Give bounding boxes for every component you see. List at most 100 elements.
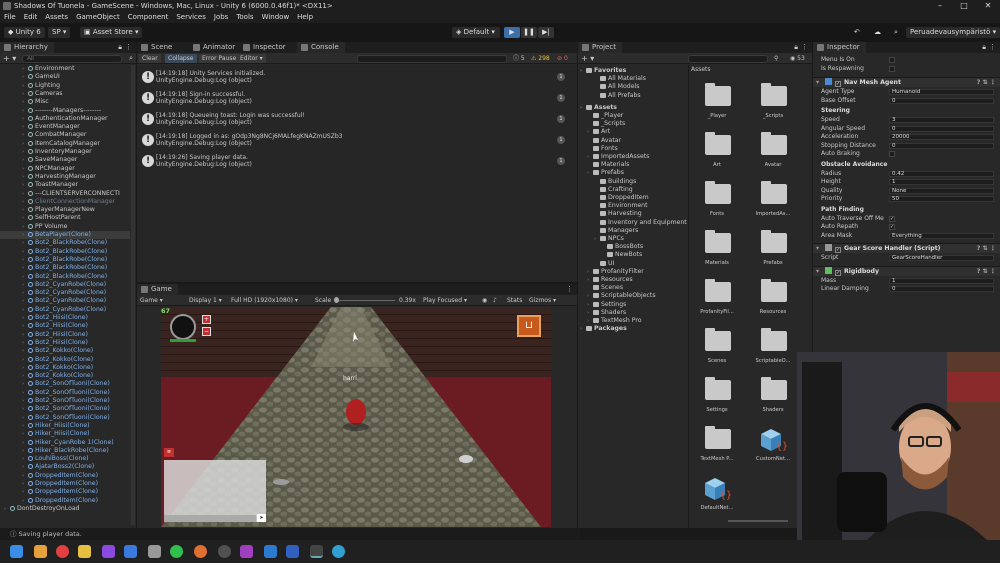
tab-console[interactable]: Console [297, 42, 345, 53]
menu-window[interactable]: Window [262, 12, 290, 23]
asset-folder[interactable]: Resources [753, 276, 793, 322]
asset-script[interactable]: {} DefaultNet... [697, 472, 737, 518]
console-log-entry[interactable]: ! [14:19:18] Logged in as: gOdp3Ng8NCj6MA… [140, 132, 567, 152]
component-menu-icon[interactable]: ? ⇅ ⋮ [977, 244, 996, 254]
unity-hub-icon[interactable] [148, 545, 161, 558]
value-field[interactable]: 1 [889, 179, 994, 185]
hierarchy-row[interactable]: › Bot2_BlackRobe(Clone) [0, 256, 130, 264]
browser-icon[interactable] [332, 545, 345, 558]
value-field[interactable]: 0 [889, 125, 994, 132]
expand-arrow-icon[interactable]: › [22, 463, 28, 471]
asset-folder[interactable]: Art [697, 129, 737, 175]
project-folder-item[interactable]: Buildings [578, 178, 688, 186]
resolution-dropdown[interactable]: Full HD (1920x1080) ▾ [231, 296, 298, 305]
hierarchy-row[interactable]: › Misc [0, 98, 130, 106]
hierarchy-row[interactable]: › GameUI [0, 73, 130, 81]
more-icon[interactable]: ⋮ [566, 284, 573, 295]
hierarchy-row[interactable]: › ---CLIENTSERVERCONNECTI [0, 190, 130, 198]
expand-arrow-icon[interactable]: › [22, 206, 28, 214]
minus-icon[interactable]: − [202, 327, 211, 336]
app-icon[interactable] [240, 545, 253, 558]
twitch-icon[interactable] [102, 545, 115, 558]
hierarchy-row[interactable]: › Environment [0, 65, 130, 73]
checkbox[interactable] [889, 151, 895, 157]
add-icon[interactable]: + [202, 315, 211, 324]
asset-folder[interactable]: Scenes [697, 325, 737, 371]
warning-count-badge[interactable]: ⚠ 298 [531, 54, 550, 63]
hierarchy-row[interactable]: › Bot2_BlackRobe(Clone) [0, 239, 130, 247]
expand-arrow-icon[interactable]: › [22, 405, 28, 413]
pause-button[interactable]: ❚❚ [521, 27, 537, 38]
hierarchy-row[interactable]: › LouhiBoss(Clone) [0, 455, 130, 463]
error-count-badge[interactable]: ⊘ 0 [557, 54, 568, 63]
hierarchy-row[interactable]: › AuthenticationManager [0, 115, 130, 123]
hierarchy-row[interactable]: › Bot2_Hiisi(Clone) [0, 339, 130, 347]
favorites-root[interactable]: › Favorites [578, 67, 688, 75]
project-folder-item[interactable]: DroppedItem [578, 194, 688, 202]
hierarchy-row[interactable]: › Bot2_CyanRobe(Clone) [0, 306, 130, 314]
menu-tools[interactable]: Tools [236, 12, 253, 23]
tab-animator[interactable]: Animator [189, 42, 241, 53]
spotify-icon[interactable] [170, 545, 183, 558]
component-menu-icon[interactable]: ? ⇅ ⋮ [977, 78, 996, 88]
expand-arrow-icon[interactable]: › [22, 73, 28, 81]
asset-folder[interactable]: ScriptableO... [753, 325, 793, 371]
hierarchy-row[interactable]: › Bot2_CyanRobe(Clone) [0, 297, 130, 305]
expand-arrow-icon[interactable]: › [22, 347, 28, 355]
tab-project[interactable]: Project [578, 42, 622, 53]
menu-jobs[interactable]: Jobs [214, 12, 228, 23]
start-icon[interactable] [10, 545, 23, 558]
expand-arrow-icon[interactable]: ▾ [816, 244, 822, 254]
lock-icon[interactable]: 🔒︎ [794, 42, 798, 53]
hierarchy-row[interactable]: › ToastManager [0, 181, 130, 189]
search-options-icon[interactable]: ⌕ [129, 53, 133, 64]
console-log-entry[interactable]: ! [14:19:18] Sign-in successful. UnityEngi… [140, 90, 567, 110]
asset-store-button[interactable]: ▣ Asset Store ▾ [80, 27, 143, 38]
project-folder-item[interactable]: Harvesting [578, 210, 688, 218]
user-dropdown[interactable]: Peruadevausympäristö ▾ [906, 27, 1000, 38]
project-folder-item[interactable]: › Prefabs [578, 169, 688, 177]
expand-arrow-icon[interactable]: › [22, 214, 28, 222]
hierarchy-row[interactable]: › Bot2_BlackRobe(Clone) [0, 273, 130, 281]
hierarchy-row[interactable]: › Bot2_SonOfTuoni(Clone) [0, 380, 130, 388]
enable-checkbox[interactable]: ✓ [835, 247, 841, 253]
assets-root[interactable]: › Assets [578, 104, 688, 112]
component-header[interactable]: ▾ ✓ Nav Mesh Agent? ⇅ ⋮ [813, 77, 1000, 87]
project-folder-item[interactable]: › NPCs [578, 235, 688, 243]
checkbox[interactable]: ✓ [889, 224, 895, 230]
expand-arrow-icon[interactable]: › [22, 322, 28, 330]
hierarchy-row[interactable]: › Hiker_Hiisi(Clone) [0, 422, 130, 430]
cloud-icon[interactable]: ☁ [870, 27, 885, 38]
asset-folder[interactable]: Fonts [697, 178, 737, 224]
hierarchy-row[interactable]: › DroppedItem(Clone) [0, 488, 130, 496]
value-field[interactable]: 0 [889, 97, 994, 104]
clear-button[interactable]: Clear [139, 54, 161, 63]
project-folder-item[interactable]: Scenes [578, 284, 688, 292]
hierarchy-row[interactable]: › ItemCatalogManager [0, 140, 130, 148]
step-button[interactable]: ▶| [538, 27, 554, 38]
tab-hierarchy[interactable]: Hierarchy [0, 42, 54, 53]
menu-component[interactable]: Component [128, 12, 169, 23]
value-field[interactable]: 0 [889, 142, 994, 149]
display-dropdown[interactable]: Display 1 ▾ [189, 296, 222, 305]
hierarchy-row[interactable]: › NPCManager [0, 165, 130, 173]
hierarchy-row[interactable]: › Bot2_Hiisi(Clone) [0, 331, 130, 339]
tab-scene[interactable]: Scene [137, 42, 178, 53]
console-log-entry[interactable]: ! [14:19:26] Saving player data. UnityEngi… [140, 153, 567, 173]
hierarchy-row[interactable]: › HarvestingManager [0, 173, 130, 181]
hierarchy-row[interactable]: › Bot2_SonOfTuoni(Clone) [0, 397, 130, 405]
breadcrumb[interactable]: Assets [691, 66, 711, 74]
mute-icon[interactable]: ♪ [493, 296, 497, 305]
value-field[interactable]: None [889, 187, 994, 194]
component-menu-icon[interactable]: ? ⇅ ⋮ [977, 267, 996, 277]
project-folder-item[interactable]: › ScriptableObjects [578, 292, 688, 300]
menu-services[interactable]: Services [176, 12, 206, 23]
menu-assets[interactable]: Assets [45, 12, 68, 23]
menu-help[interactable]: Help [297, 12, 313, 23]
favorite-item[interactable]: All Materials [578, 75, 688, 83]
app-icon[interactable] [124, 545, 137, 558]
scale-slider[interactable] [335, 300, 395, 301]
project-folder-item[interactable]: Environment [578, 202, 688, 210]
expand-arrow-icon[interactable]: › [22, 289, 28, 297]
maximize-button[interactable]: □ [952, 0, 976, 12]
